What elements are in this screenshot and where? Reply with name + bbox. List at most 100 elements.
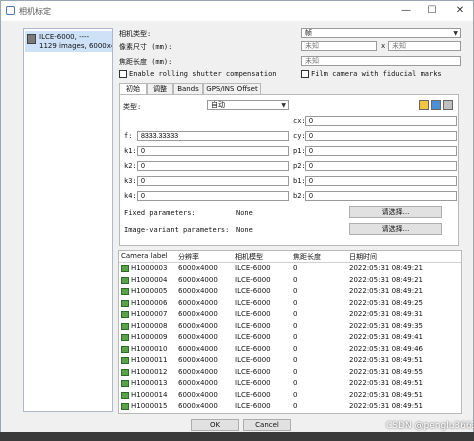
table-row[interactable]: H1000003 6000x4000 ILCE-6000 0 2022:05:31 08… <box>119 263 461 274</box>
cancel-button[interactable]: Cancel <box>243 419 291 431</box>
b2-input[interactable] <box>305 191 457 201</box>
cx-label: cx: <box>293 117 306 125</box>
table-cell: 0 <box>293 264 298 272</box>
table-cell: H1000007 <box>131 310 168 318</box>
image-variant-label: Image-variant parameters: <box>124 226 230 234</box>
table-cell: H1000004 <box>131 275 168 284</box>
table-view-icon[interactable] <box>443 100 453 110</box>
p1-label: p1: <box>293 147 306 155</box>
table-cell: H1000003 <box>131 264 168 272</box>
table-cell: 2022:05:31 08:49:35 <box>349 321 424 330</box>
tab-initial[interactable]: 初始 <box>119 83 147 94</box>
fixed-parameters-select-button[interactable]: 请选择... <box>349 206 442 218</box>
open-folder-icon[interactable] <box>419 100 429 110</box>
maximize-button[interactable]: ☐ <box>419 1 445 21</box>
tab-adjusted[interactable]: 调整 <box>147 83 173 94</box>
table-scrollbar[interactable] <box>462 250 471 414</box>
table-row[interactable]: H1000012 6000x4000 ILCE-6000 0 2022:05:31 08… <box>119 367 461 378</box>
p2-label: p2: <box>293 162 306 170</box>
table-cell: 6000x4000 <box>178 390 218 399</box>
f-input[interactable] <box>137 131 289 141</box>
column-camera-label[interactable]: Camera label <box>121 252 168 260</box>
table-header: Camera label 分辨率 相机模型 焦距长度 日期时间 <box>119 251 461 263</box>
table-row[interactable]: H1000009 6000x4000 ILCE-6000 0 2022:05:31 08… <box>119 332 461 343</box>
column-camera-model[interactable]: 相机模型 <box>235 252 263 262</box>
save-icon[interactable] <box>431 100 441 110</box>
pixel-height-input[interactable] <box>388 41 461 51</box>
table-cell: 6000x4000 <box>178 379 218 387</box>
table-cell: 2022:05:31 08:49:46 <box>349 344 424 353</box>
table-cell: 2022:05:31 08:49:51 <box>349 402 424 410</box>
p2-input[interactable] <box>305 161 457 171</box>
k2-input[interactable] <box>137 161 289 171</box>
k3-input[interactable] <box>137 176 289 186</box>
table-cell: 6000x4000 <box>178 298 218 307</box>
chevron-down-icon: ▼ <box>281 102 286 109</box>
type-value: 自动 <box>211 101 225 109</box>
camera-type-value: 帧 <box>305 29 312 37</box>
column-datetime[interactable]: 日期时间 <box>349 252 377 262</box>
image-variant-select-button[interactable]: 请选择... <box>349 223 442 235</box>
table-row[interactable]: H1000011 6000x4000 ILCE-6000 0 2022:05:31 08… <box>119 355 461 366</box>
image-variant-value: None <box>236 226 253 234</box>
minimize-button[interactable]: — <box>393 1 419 21</box>
p1-input[interactable] <box>305 146 457 156</box>
image-icon <box>121 288 129 295</box>
table-cell: 0 <box>293 310 298 318</box>
table-cell: 0 <box>293 287 298 295</box>
table-cell: 6000x4000 <box>178 333 218 341</box>
f-label: f: <box>124 132 133 140</box>
table-cell: 6000x4000 <box>178 344 218 353</box>
type-select[interactable]: 自动 ▼ <box>207 100 289 110</box>
close-button[interactable]: ✕ <box>447 1 473 21</box>
focal-length-input[interactable] <box>301 56 461 66</box>
title-bar: 相机标定 — ☐ ✕ <box>1 1 473 21</box>
table-cell: 6000x4000 <box>178 275 218 284</box>
table-cell: H1000011 <box>131 356 168 364</box>
fixed-parameters-label: Fixed parameters: <box>124 209 196 217</box>
table-row[interactable]: H1000013 6000x4000 ILCE-6000 0 2022:05:31 08… <box>119 378 461 389</box>
chevron-down-icon: ▼ <box>453 30 458 37</box>
film-camera-label: Film camera with fiducial marks <box>311 70 442 78</box>
table-row[interactable]: H1000004 6000x4000 ILCE-6000 0 2022:05:31 08… <box>119 275 461 286</box>
camera-name: ILCE-6000, ---- <box>39 33 90 41</box>
table-row[interactable]: H1000015 6000x4000 ILCE-6000 0 2022:05:31 08… <box>119 401 461 412</box>
table-cell: ILCE-6000 <box>235 321 271 330</box>
rolling-shutter-checkbox[interactable] <box>119 70 127 78</box>
column-focal-length[interactable]: 焦距长度 <box>293 252 321 262</box>
k1-label: k1: <box>124 147 137 155</box>
table-cell: 6000x4000 <box>178 402 218 410</box>
table-row[interactable]: H1000014 6000x4000 ILCE-6000 0 2022:05:31 08… <box>119 390 461 401</box>
camera-type-select[interactable]: 帧 ▼ <box>301 28 461 38</box>
table-cell: ILCE-6000 <box>235 287 271 295</box>
k1-input[interactable] <box>137 146 289 156</box>
table-row[interactable]: H1000008 6000x4000 ILCE-6000 0 2022:05:31 08… <box>119 321 461 332</box>
table-cell: 0 <box>293 390 298 399</box>
table-row[interactable]: H1000010 6000x4000 ILCE-6000 0 2022:05:31 08… <box>119 344 461 355</box>
table-row[interactable]: H1000006 6000x4000 ILCE-6000 0 2022:05:31 08… <box>119 298 461 309</box>
camera-group-list[interactable]: ILCE-6000, ---- 1129 images, 6000x4000 <box>23 28 113 412</box>
table-row[interactable]: H1000005 6000x4000 ILCE-6000 0 2022:05:31 08… <box>119 286 461 297</box>
camera-calibration-window: 相机标定 — ☐ ✕ ILCE-6000, ---- 1129 images, … <box>0 0 474 441</box>
rolling-shutter-label: Enable rolling shutter compensation <box>129 70 277 78</box>
camera-group-item[interactable]: ILCE-6000, ---- 1129 images, 6000x4000 <box>25 31 112 52</box>
table-cell: ILCE-6000 <box>235 367 271 376</box>
ok-button[interactable]: OK <box>191 419 239 431</box>
table-cell: ILCE-6000 <box>235 264 271 272</box>
table-cell: H1000013 <box>131 379 168 387</box>
table-cell: 2022:05:31 08:49:21 <box>349 287 424 295</box>
b1-input[interactable] <box>305 176 457 186</box>
table-cell: ILCE-6000 <box>235 298 271 307</box>
table-row[interactable]: H1000007 6000x4000 ILCE-6000 0 2022:05:31 08… <box>119 309 461 320</box>
cy-input[interactable] <box>305 131 457 141</box>
table-cell: H1000005 <box>131 287 168 295</box>
k2-label: k2: <box>124 162 137 170</box>
tab-gps-ins-offset[interactable]: GPS/INS Offset <box>203 83 261 94</box>
film-camera-checkbox[interactable] <box>301 70 309 78</box>
column-resolution[interactable]: 分辨率 <box>178 252 199 262</box>
fixed-parameters-value: None <box>236 209 253 217</box>
pixel-width-input[interactable] <box>301 41 377 51</box>
k4-input[interactable] <box>137 191 289 201</box>
cx-input[interactable] <box>305 116 457 126</box>
tab-bands[interactable]: Bands <box>173 83 203 94</box>
